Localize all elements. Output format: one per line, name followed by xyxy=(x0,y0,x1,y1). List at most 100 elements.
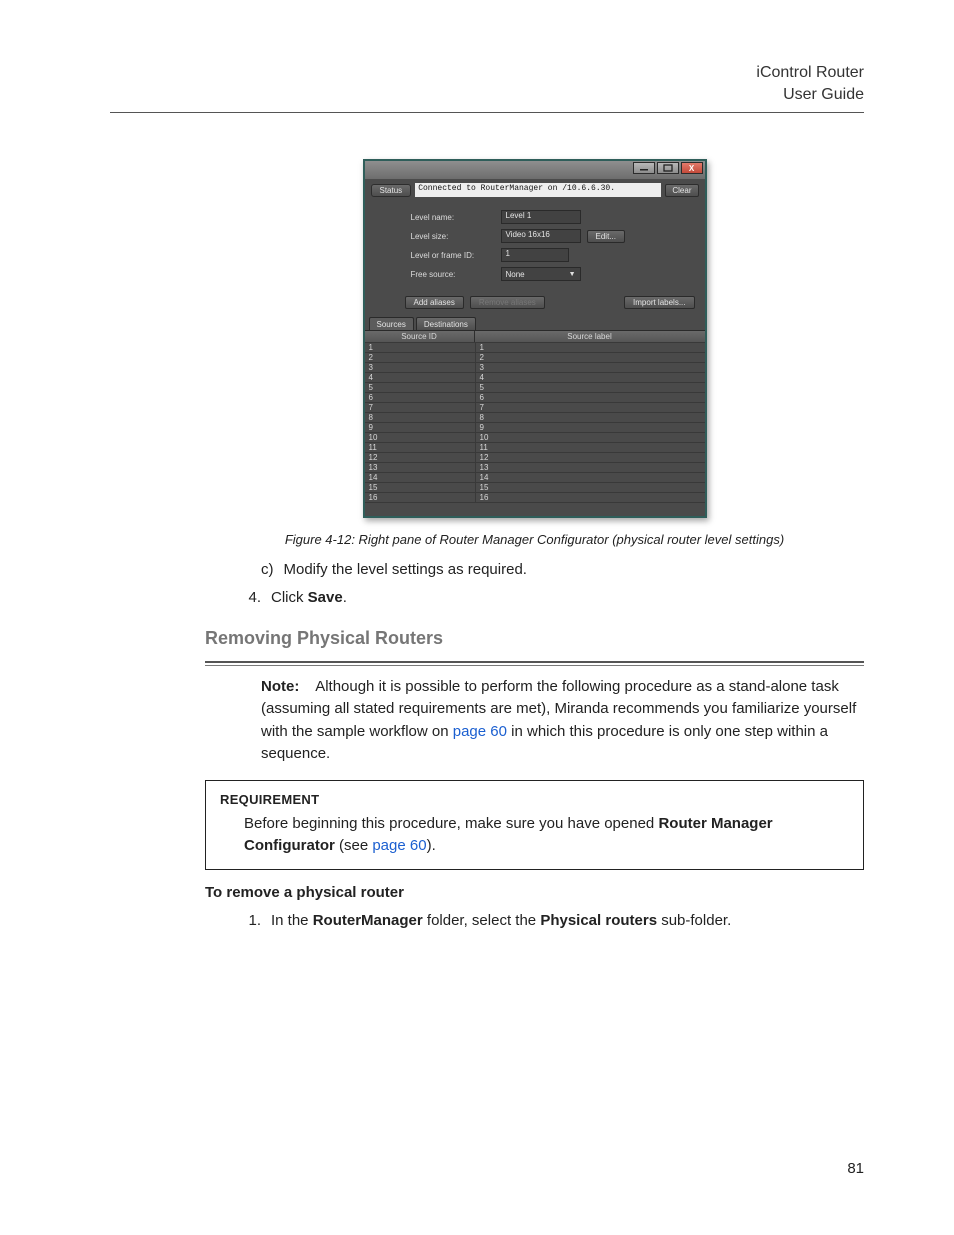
cell-source-id: 6 xyxy=(365,393,475,402)
table-row[interactable]: 55 xyxy=(365,382,705,392)
rule-thick xyxy=(205,661,864,663)
form-area: Level name: Level 1 Level size: Video 16… xyxy=(365,201,705,292)
note-link[interactable]: page 60 xyxy=(453,723,507,740)
table-row[interactable]: 33 xyxy=(365,362,705,372)
table-row[interactable]: 1313 xyxy=(365,462,705,472)
s1-d: sub-folder. xyxy=(657,912,731,929)
cell-source-label: 3 xyxy=(475,363,705,372)
table-row[interactable]: 77 xyxy=(365,402,705,412)
cell-source-label: 8 xyxy=(475,413,705,422)
figure-caption: Figure 4-12: Right pane of Router Manage… xyxy=(205,532,864,547)
req-t2: (see xyxy=(335,837,373,854)
cell-source-id: 4 xyxy=(365,373,475,382)
table-row[interactable]: 99 xyxy=(365,422,705,432)
table-row[interactable]: 1515 xyxy=(365,482,705,492)
status-label: Status xyxy=(371,184,412,197)
s1-b2: Physical routers xyxy=(540,912,657,929)
header-line-2: User Guide xyxy=(756,84,864,106)
cell-source-label: 12 xyxy=(475,453,705,462)
content-column: X Status Connected to RouterManager on /… xyxy=(205,155,864,937)
sub-heading: To remove a physical router xyxy=(205,882,864,904)
window-buttons: X xyxy=(633,162,703,174)
req-t1: Before beginning this procedure, make su… xyxy=(244,815,658,832)
level-id-input[interactable]: 1 xyxy=(501,248,569,262)
maximize-icon xyxy=(663,164,673,172)
add-aliases-button[interactable]: Add aliases xyxy=(405,296,464,309)
import-labels-button[interactable]: Import labels... xyxy=(624,296,694,309)
step-4-a: Click xyxy=(271,589,308,606)
step-4-text: Click Save. xyxy=(271,587,347,609)
table-row[interactable]: 1111 xyxy=(365,442,705,452)
grid-header: Source ID Source label xyxy=(365,331,705,342)
table-row[interactable]: 1616 xyxy=(365,492,705,502)
maximize-button[interactable] xyxy=(657,162,679,174)
requirement-box: REQUIREMENT Before beginning this proced… xyxy=(205,780,864,870)
tab-row: Sources Destinations xyxy=(365,315,705,330)
page-header: iControl Router User Guide xyxy=(756,62,864,105)
note-label: Note: xyxy=(261,678,299,695)
section-heading: Removing Physical Routers xyxy=(205,625,864,651)
s1-c: folder, select the xyxy=(423,912,541,929)
page: iControl Router User Guide X xyxy=(0,0,954,1235)
status-text: Connected to RouterManager on /10.6.6.30… xyxy=(415,183,661,197)
clear-button[interactable]: Clear xyxy=(665,184,698,197)
screenshot-figure: X Status Connected to RouterManager on /… xyxy=(363,159,707,518)
cell-source-id: 14 xyxy=(365,473,475,482)
cell-source-id: 16 xyxy=(365,493,475,502)
cell-source-id: 5 xyxy=(365,383,475,392)
table-row[interactable]: 44 xyxy=(365,372,705,382)
level-id-label: Level or frame ID: xyxy=(411,251,495,260)
alias-button-row: Add aliases Remove aliases Import labels… xyxy=(365,292,705,315)
req-link[interactable]: page 60 xyxy=(372,837,426,854)
free-source-select[interactable]: None ▼ xyxy=(501,267,581,281)
window-titlebar: X xyxy=(365,161,705,179)
cell-source-label: 5 xyxy=(475,383,705,392)
header-rule xyxy=(110,112,864,113)
free-source-label: Free source: xyxy=(411,270,495,279)
cell-source-label: 13 xyxy=(475,463,705,472)
cell-source-id: 15 xyxy=(365,483,475,492)
tab-sources[interactable]: Sources xyxy=(369,317,414,330)
tab-destinations[interactable]: Destinations xyxy=(416,317,476,330)
table-row[interactable]: 1010 xyxy=(365,432,705,442)
note-box: Note: Although it is possible to perform… xyxy=(261,676,864,766)
cell-source-id: 7 xyxy=(365,403,475,412)
step-c: c) Modify the level settings as required… xyxy=(261,559,864,581)
free-source-value: None xyxy=(506,270,525,279)
table-row[interactable]: 66 xyxy=(365,392,705,402)
cell-source-id: 13 xyxy=(365,463,475,472)
step-c-letter: c) xyxy=(261,559,274,581)
close-icon: X xyxy=(689,164,694,173)
step-1: 1. In the RouterManager folder, select t… xyxy=(241,910,864,932)
cell-source-id: 8 xyxy=(365,413,475,422)
step-4-b: Save xyxy=(308,589,343,606)
cell-source-id: 10 xyxy=(365,433,475,442)
col-source-id: Source ID xyxy=(365,331,475,342)
s1-b1: RouterManager xyxy=(313,912,423,929)
body-text: c) Modify the level settings as required… xyxy=(205,559,864,931)
cell-source-label: 16 xyxy=(475,493,705,502)
cell-source-id: 3 xyxy=(365,363,475,372)
level-size-label: Level size: xyxy=(411,232,495,241)
chevron-down-icon: ▼ xyxy=(569,271,576,278)
table-row[interactable]: 88 xyxy=(365,412,705,422)
requirement-title: REQUIREMENT xyxy=(220,791,849,810)
table-row[interactable]: 11 xyxy=(365,342,705,352)
cell-source-label: 4 xyxy=(475,373,705,382)
header-line-1: iControl Router xyxy=(756,62,864,84)
minimize-button[interactable] xyxy=(633,162,655,174)
table-row[interactable]: 1414 xyxy=(365,472,705,482)
level-name-input[interactable]: Level 1 xyxy=(501,210,581,224)
cell-source-label: 15 xyxy=(475,483,705,492)
cell-source-label: 11 xyxy=(475,443,705,452)
remove-aliases-button: Remove aliases xyxy=(470,296,545,309)
cell-source-label: 2 xyxy=(475,353,705,362)
edit-button[interactable]: Edit... xyxy=(587,230,625,243)
table-row[interactable]: 1212 xyxy=(365,452,705,462)
row-level-size: Level size: Video 16x16 Edit... xyxy=(411,229,695,243)
grid-footer xyxy=(365,502,705,516)
close-button[interactable]: X xyxy=(681,162,703,174)
rule-thin xyxy=(205,665,864,666)
sources-grid: Source ID Source label 11223344556677889… xyxy=(365,330,705,516)
table-row[interactable]: 22 xyxy=(365,352,705,362)
